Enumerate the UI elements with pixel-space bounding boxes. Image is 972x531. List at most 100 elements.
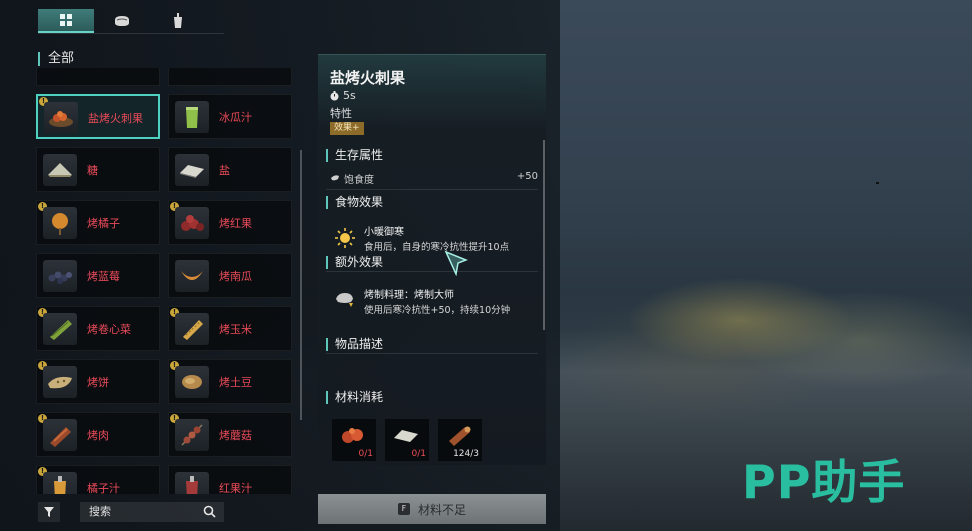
tab-meat[interactable] xyxy=(94,9,150,33)
search-input[interactable]: 搜索 xyxy=(80,502,224,522)
detail-title: 盐烤火刺果 xyxy=(330,69,406,87)
roasted-cabbage-icon xyxy=(43,313,77,345)
item-slot-red-fruit-juice[interactable]: 红果汁 xyxy=(168,465,292,494)
craft-button[interactable]: F 材料不足 xyxy=(318,494,546,524)
stat-name: 饱食度 xyxy=(344,175,374,186)
material-count: 0/1 xyxy=(411,449,426,459)
sugar-icon xyxy=(43,154,77,186)
item-slot-partial[interactable] xyxy=(36,68,160,86)
juice-icon xyxy=(175,101,209,133)
item-label: 烤蓝莓 xyxy=(87,270,120,283)
meat-icon xyxy=(115,16,129,26)
tab-all[interactable] xyxy=(38,9,94,33)
item-label: 盐 xyxy=(219,164,230,177)
item-label: 烤蘑菇 xyxy=(219,429,252,442)
roasted-blueberry-icon xyxy=(43,260,77,292)
item-slot-roasted-blueberry[interactable]: 烤蓝莓 xyxy=(36,253,160,298)
roasted-potato-icon xyxy=(175,366,209,398)
item-slot-roasted-mushroom[interactable]: ! 烤蘑菇 xyxy=(168,412,292,457)
detail-scrollbar[interactable] xyxy=(543,140,545,330)
item-slot-roasted-red-fruit[interactable]: ! 烤红果 xyxy=(168,200,292,245)
item-label: 冰瓜汁 xyxy=(219,111,252,124)
watermark-logo: PP助手 xyxy=(742,455,906,509)
roasted-meat-icon xyxy=(43,419,77,451)
grid-icon xyxy=(60,14,72,26)
divider xyxy=(326,189,538,190)
item-slot-salt-roasted-fire-fruit[interactable]: ! 盐烤火刺果 xyxy=(36,94,160,139)
item-slot-orange-juice[interactable]: ! 橘子汁 xyxy=(36,465,160,494)
trait-chip: 效果+ xyxy=(330,122,364,135)
item-detail-panel: 盐烤火刺果 5s 特性 效果+ 生存属性 饱食度 +50 食物效果 小暖御寒 食… xyxy=(318,54,546,465)
item-grid: ! 盐烤火刺果 冰瓜汁 糖 盐 ! 烤橘子 ! 烤红果 烤蓝莓 烤南瓜 ! 烤卷… xyxy=(36,68,298,494)
item-slot-roasted-potato[interactable]: ! 烤土豆 xyxy=(168,359,292,404)
item-label: 烤南瓜 xyxy=(219,270,252,283)
item-label: 红果汁 xyxy=(219,482,252,494)
item-label: 烤土豆 xyxy=(219,376,252,389)
food-effect-desc: 食用后，自身的寒冷抗性提升10点 xyxy=(364,242,510,253)
category-tabs xyxy=(38,9,206,33)
material-slot-salt[interactable]: 0/1 xyxy=(385,419,429,461)
stat-value: +50 xyxy=(516,171,538,182)
flatbread-icon xyxy=(43,366,77,398)
material-slot-wood[interactable]: 124/3 xyxy=(438,419,482,461)
salt-icon xyxy=(175,154,209,186)
section-food-effect: 食物效果 xyxy=(326,196,383,209)
timer-icon xyxy=(330,90,339,100)
material-count: 0/1 xyxy=(358,449,373,459)
cup-icon xyxy=(174,13,182,28)
item-slot-roasted-pumpkin[interactable]: 烤南瓜 xyxy=(168,253,292,298)
roasted-fruit-icon xyxy=(44,102,78,134)
item-label: 烤饼 xyxy=(87,376,109,389)
item-label: 烤卷心菜 xyxy=(87,323,131,336)
divider xyxy=(326,271,538,272)
mouse-cursor-icon xyxy=(444,250,468,276)
item-slot-roasted-orange[interactable]: ! 烤橘子 xyxy=(36,200,160,245)
fire-fruit-icon xyxy=(338,422,368,448)
section-item-description: 物品描述 xyxy=(326,338,383,351)
tab-divider xyxy=(38,33,224,34)
food-effect-name: 小暖御寒 xyxy=(364,227,404,238)
key-hint: F xyxy=(397,503,410,515)
roasted-pumpkin-icon xyxy=(175,260,209,292)
section-materials: 材料消耗 xyxy=(326,391,383,404)
item-label: 烤肉 xyxy=(87,429,109,442)
search-icon xyxy=(203,505,216,518)
divider xyxy=(326,353,538,354)
wood-log-icon xyxy=(444,422,474,448)
satiety-icon xyxy=(331,175,339,181)
item-slot-flatbread[interactable]: ! 烤饼 xyxy=(36,359,160,404)
item-grid-scrollbar[interactable] xyxy=(300,150,302,420)
item-label: 盐烤火刺果 xyxy=(88,112,143,125)
cook-time-value: 5s xyxy=(343,89,356,102)
background-bird xyxy=(876,182,879,184)
item-label: 糖 xyxy=(87,164,98,177)
craft-button-label: 材料不足 xyxy=(417,502,466,517)
section-extra-effect: 额外效果 xyxy=(326,256,383,269)
extra-effect-name: 烤制料理：烤制大师 xyxy=(364,290,454,301)
item-slot-roasted-cabbage[interactable]: ! 烤卷心菜 xyxy=(36,306,160,351)
orange-juice-icon xyxy=(43,472,77,494)
section-survival: 生存属性 xyxy=(326,149,383,162)
item-slot-partial[interactable] xyxy=(168,68,292,86)
item-label: 烤玉米 xyxy=(219,323,252,336)
roasted-orange-icon xyxy=(43,207,77,239)
redfruit-juice-icon xyxy=(175,472,209,494)
cooking-master-icon xyxy=(334,289,356,311)
item-slot-sugar[interactable]: 糖 xyxy=(36,147,160,192)
item-label: 烤红果 xyxy=(219,217,252,230)
item-slot-roasted-corn[interactable]: ! 烤玉米 xyxy=(168,306,292,351)
salt-icon xyxy=(391,422,421,448)
item-slot-roasted-meat[interactable]: ! 烤肉 xyxy=(36,412,160,457)
material-slot-fire-fruit[interactable]: 0/1 xyxy=(332,419,376,461)
item-label: 橘子汁 xyxy=(87,482,120,494)
filter-button[interactable] xyxy=(38,502,60,522)
search-placeholder: 搜索 xyxy=(89,505,111,518)
material-count: 124/3 xyxy=(453,449,479,459)
item-slot-ice-melon-juice[interactable]: 冰瓜汁 xyxy=(168,94,292,139)
item-slot-salt[interactable]: 盐 xyxy=(168,147,292,192)
stat-row-satiety: 饱食度 +50 xyxy=(330,171,538,186)
trait-label: 特性 xyxy=(330,107,352,120)
tab-drink[interactable] xyxy=(150,9,206,33)
filter-icon xyxy=(44,507,54,517)
sun-icon xyxy=(334,227,356,249)
